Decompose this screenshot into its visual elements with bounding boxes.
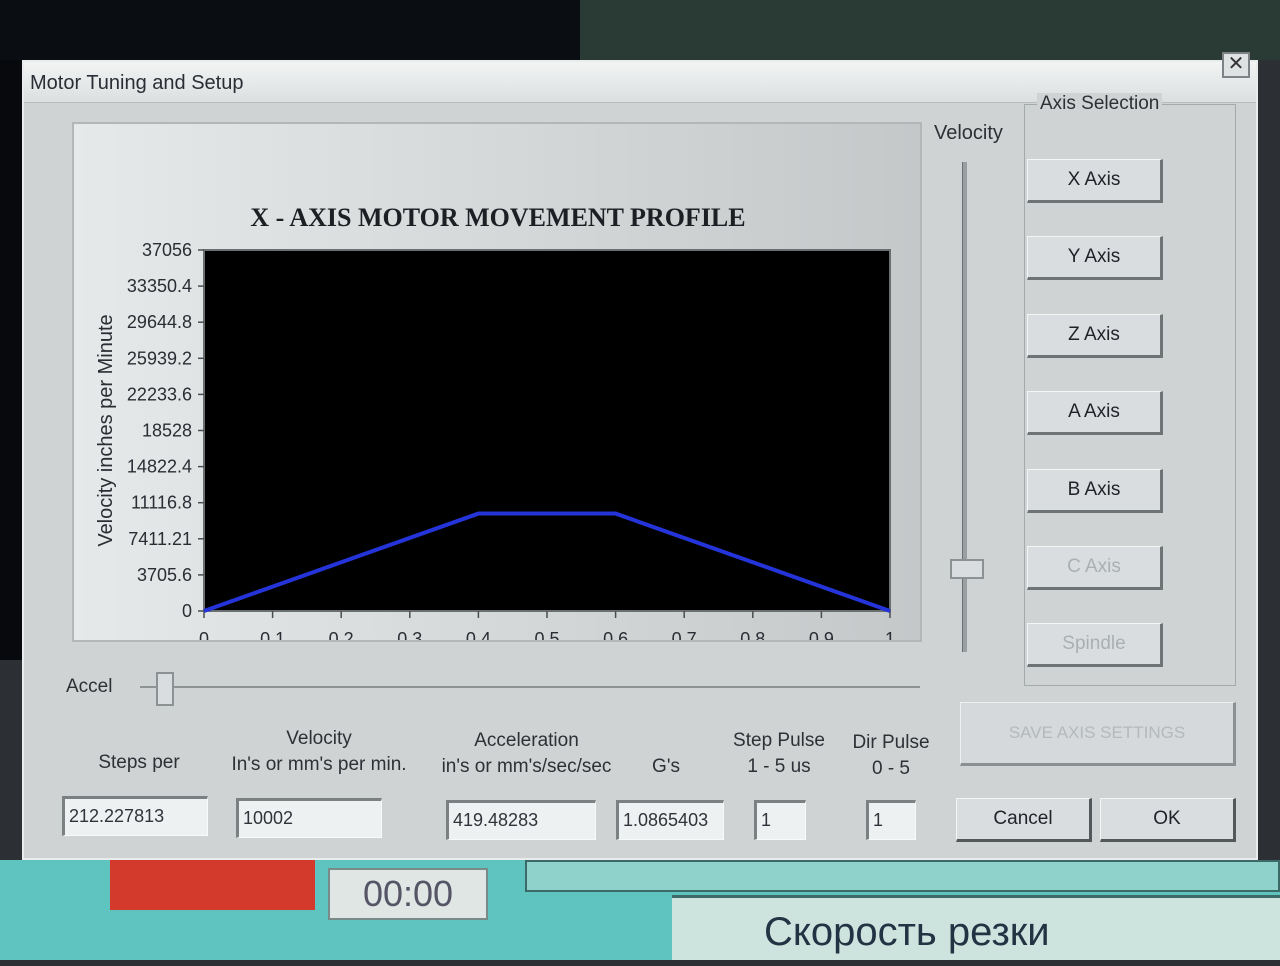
velocity-input[interactable]: 10002 bbox=[236, 798, 382, 838]
x-tick-label: 0.4 bbox=[466, 629, 491, 640]
close-icon: ✕ bbox=[1227, 53, 1245, 75]
x-tick-label: 0.9 bbox=[809, 629, 834, 640]
motor-profile-chart: X - AXIS MOTOR MOVEMENT PROFILE 0 3705.6 74… bbox=[72, 122, 922, 642]
motor-tuning-dialog: Motor Tuning and Setup ✕ X - AXIS MOTOR … bbox=[22, 52, 1258, 860]
y-tick-label: 37056 bbox=[142, 240, 192, 260]
c-axis-button: C Axis bbox=[1027, 546, 1163, 590]
y-tick-label: 29644.8 bbox=[127, 312, 192, 332]
step-pulse-input[interactable]: 1 bbox=[754, 800, 806, 840]
spindle-button: Spindle bbox=[1027, 623, 1163, 667]
accel-slider-label: Accel bbox=[66, 676, 113, 697]
steps-per-input[interactable]: 212.227813 bbox=[62, 796, 208, 836]
velocity-label: Velocity In's or mm's per min. bbox=[224, 726, 414, 778]
accel-slider-track[interactable] bbox=[140, 686, 920, 688]
x-tick-label: 0.7 bbox=[672, 629, 697, 640]
x-tick-label: 0.8 bbox=[740, 629, 765, 640]
x-tick-label: 0 bbox=[199, 629, 209, 640]
y-axis-button[interactable]: Y Axis bbox=[1027, 236, 1163, 280]
acceleration-input[interactable]: 419.48283 bbox=[446, 800, 596, 840]
x-tick-label: 0.6 bbox=[603, 629, 628, 640]
x-axis-button[interactable]: X Axis bbox=[1027, 159, 1163, 203]
cancel-button[interactable]: Cancel bbox=[956, 798, 1092, 842]
axis-selection-group: Axis Selection X Axis Y Axis Z Axis A Ax… bbox=[1024, 93, 1236, 686]
acceleration-label: Acceleration in's or mm's/sec/sec bbox=[434, 728, 619, 780]
close-button[interactable]: ✕ bbox=[1222, 52, 1250, 78]
save-axis-settings-button: SAVE AXIS SETTINGS bbox=[960, 702, 1236, 766]
y-tick-label: 18528 bbox=[142, 421, 192, 441]
background-timer: 00:00 bbox=[328, 868, 488, 920]
ok-button[interactable]: OK bbox=[1100, 798, 1236, 842]
x-tick-label: 0.2 bbox=[329, 629, 354, 640]
background-speed-label: Скорость резки bbox=[672, 895, 1280, 960]
dir-pulse-input[interactable]: 1 bbox=[866, 800, 916, 840]
step-pulse-label: Step Pulse 1 - 5 us bbox=[724, 728, 834, 780]
y-tick-label: 33350.4 bbox=[127, 276, 192, 296]
dir-pulse-label-line1: Dir Pulse bbox=[852, 732, 930, 753]
chart-svg: X - AXIS MOTOR MOVEMENT PROFILE 0 3705.6 74… bbox=[95, 203, 895, 640]
plot-area bbox=[203, 249, 891, 612]
dir-pulse-label-line2: 0 - 5 bbox=[871, 758, 911, 779]
step-pulse-label-line2: 1 - 5 us bbox=[747, 756, 811, 777]
velocity-slider-label: Velocity bbox=[934, 122, 1003, 144]
velocity-label-line1: Velocity bbox=[286, 728, 352, 749]
background-panel bbox=[525, 860, 1280, 892]
a-axis-button[interactable]: A Axis bbox=[1027, 391, 1163, 435]
accel-slider-thumb[interactable] bbox=[155, 672, 174, 706]
y-tick-label: 14822.4 bbox=[127, 457, 192, 477]
z-axis-button[interactable]: Z Axis bbox=[1027, 314, 1163, 358]
x-tick-label: 0.5 bbox=[534, 629, 559, 640]
b-axis-button[interactable]: B Axis bbox=[1027, 469, 1163, 513]
x-tick-label: 0.3 bbox=[397, 629, 422, 640]
chart-title: X - AXIS MOTOR MOVEMENT PROFILE bbox=[250, 203, 745, 232]
velocity-slider-thumb[interactable] bbox=[950, 558, 984, 579]
y-tick-label: 3705.6 bbox=[137, 565, 192, 585]
acceleration-label-line1: Acceleration bbox=[474, 730, 579, 751]
y-tick-label: 25939.2 bbox=[127, 348, 192, 368]
y-tick-label: 11116.8 bbox=[131, 493, 192, 513]
acceleration-label-line2: in's or mm's/sec/sec bbox=[441, 756, 612, 777]
x-tick-label: 0.1 bbox=[260, 629, 285, 640]
background-app-dark-area bbox=[0, 0, 580, 60]
dialog-title: Motor Tuning and Setup bbox=[30, 72, 244, 94]
y-tick-label: 22233.6 bbox=[127, 384, 192, 404]
y-axis-label: Velocity inches per Minute bbox=[95, 314, 117, 546]
y-tick-label: 0 bbox=[182, 601, 192, 621]
x-tick-label: 1 bbox=[885, 629, 895, 640]
background-app-left-strip bbox=[0, 60, 22, 660]
gs-label: G's bbox=[652, 756, 680, 777]
steps-per-label: Steps per bbox=[98, 752, 180, 773]
velocity-label-line2: In's or mm's per min. bbox=[231, 754, 407, 775]
step-pulse-label-line1: Step Pulse bbox=[733, 730, 825, 751]
dir-pulse-label: Dir Pulse 0 - 5 bbox=[846, 730, 936, 782]
y-tick-label: 7411.21 bbox=[128, 529, 192, 549]
axis-selection-legend: Axis Selection bbox=[1037, 93, 1163, 115]
gs-input[interactable]: 1.0865403 bbox=[616, 800, 724, 840]
